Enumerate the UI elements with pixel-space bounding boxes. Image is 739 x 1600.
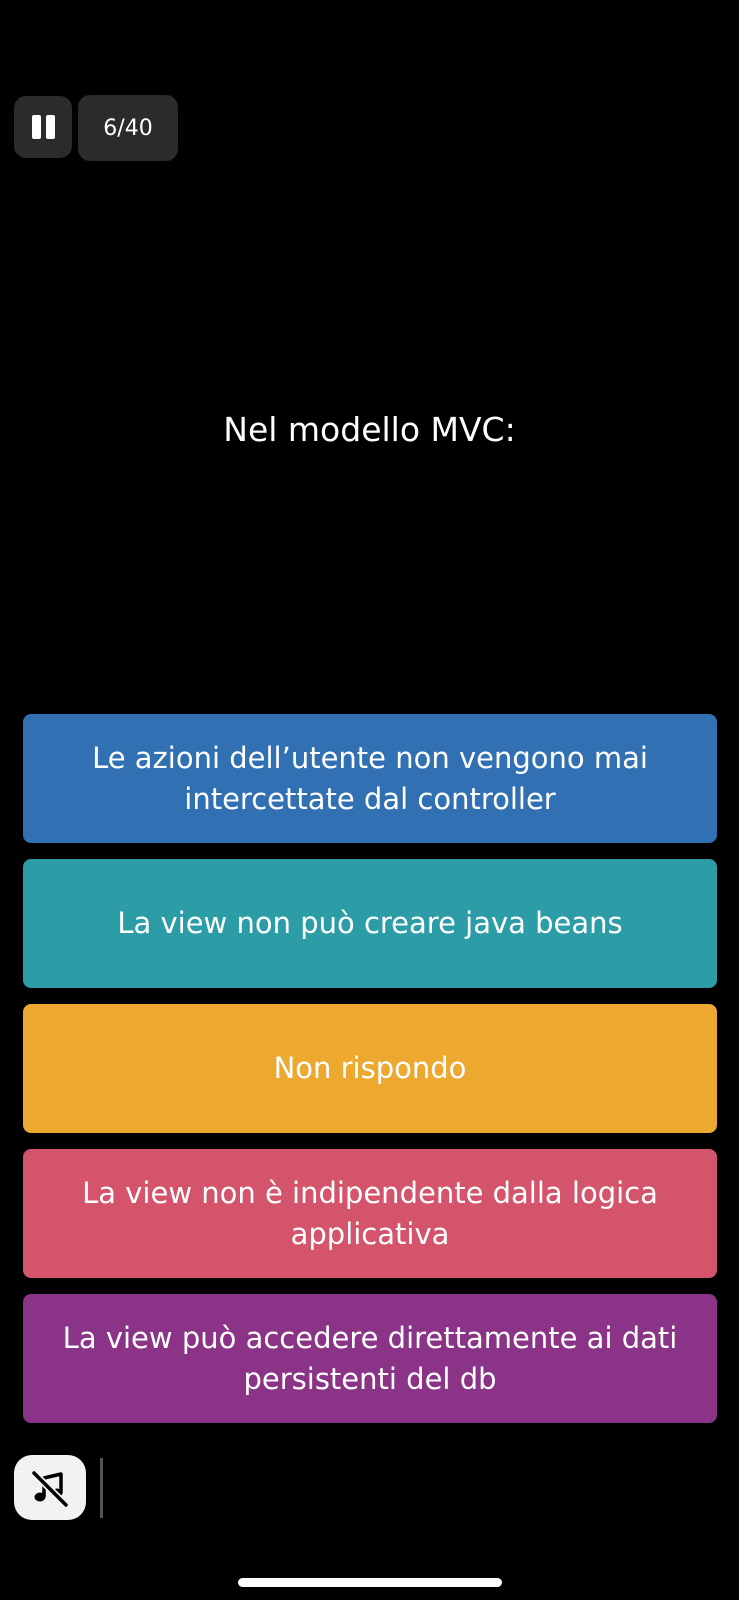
music-off-icon [30,1469,70,1508]
music-toggle-button[interactable] [14,1455,86,1520]
home-indicator[interactable] [238,1578,502,1587]
answer-option-4[interactable]: La view non è indipendente dalla logica … [23,1149,717,1278]
quiz-screen: 6/40 Nel modello MVC: Le azioni dell’ute… [0,0,739,1600]
answer-list: Le azioni dell’utente non vengono mai in… [23,714,717,1439]
question-text: Nel modello MVC: [223,410,516,449]
divider [100,1457,103,1518]
top-bar: 6/40 [14,95,178,161]
pause-icon [31,115,55,139]
pause-button[interactable] [14,96,72,158]
bottom-bar [14,1455,103,1520]
question-counter: 6/40 [78,95,178,161]
answer-option-3[interactable]: Non rispondo [23,1004,717,1133]
answer-option-2[interactable]: La view non può creare java beans [23,859,717,988]
answer-option-1[interactable]: Le azioni dell’utente non vengono mai in… [23,714,717,843]
answer-option-5[interactable]: La view può accedere direttamente ai dat… [23,1294,717,1423]
